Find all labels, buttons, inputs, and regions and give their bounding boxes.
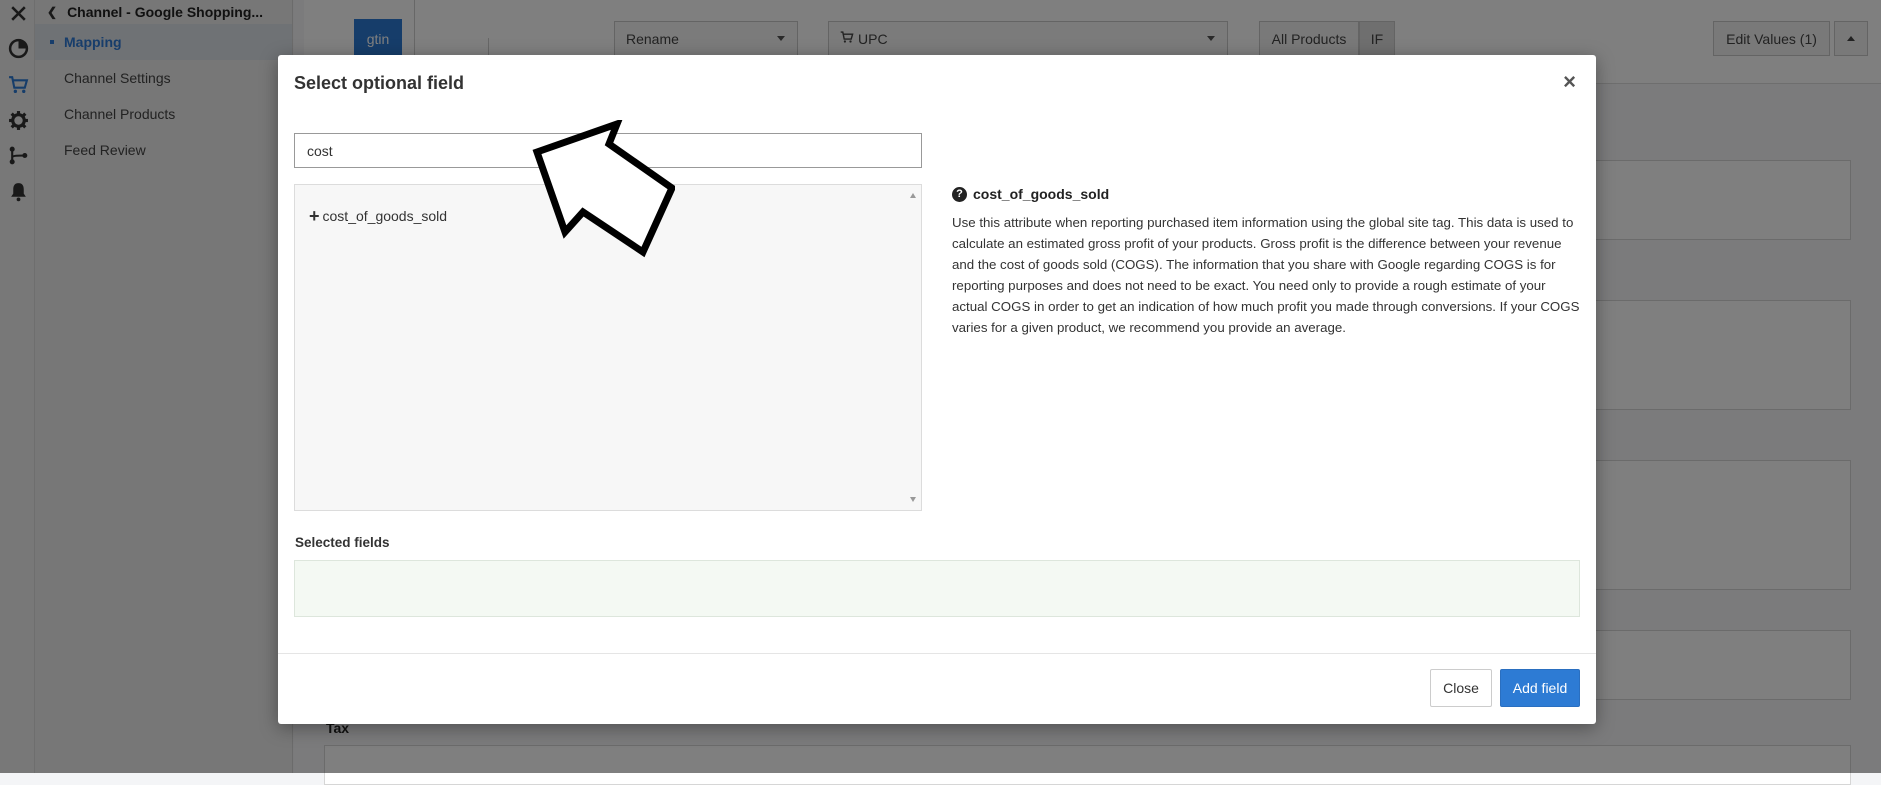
scrollbar[interactable] xyxy=(905,185,921,510)
modal-title: Select optional field xyxy=(294,73,465,93)
field-info-description: Use this attribute when reporting purcha… xyxy=(952,215,1580,335)
arrow-pointer-icon xyxy=(532,120,675,258)
close-icon[interactable]: × xyxy=(1563,71,1576,93)
field-info-header: ? cost_of_goods_sold xyxy=(952,186,1582,202)
field-info-panel: ? cost_of_goods_sold Use this attribute … xyxy=(952,184,1582,338)
list-item-label: cost_of_goods_sold xyxy=(322,208,448,224)
select-optional-field-modal: Select optional field × + cost_of_goods_… xyxy=(278,55,1596,724)
question-icon: ? xyxy=(952,186,967,202)
plus-icon: + xyxy=(309,206,320,226)
list-item[interactable]: + cost_of_goods_sold xyxy=(309,207,447,225)
modal-footer-divider xyxy=(278,653,1596,654)
scroll-down-icon[interactable] xyxy=(910,497,916,502)
selected-fields-box[interactable] xyxy=(294,560,1580,617)
field-info-name: cost_of_goods_sold xyxy=(973,186,1110,202)
add-field-button[interactable]: Add field xyxy=(1500,669,1580,707)
scroll-up-icon[interactable] xyxy=(910,193,916,198)
selected-fields-label: Selected fields xyxy=(295,535,390,550)
close-button[interactable]: Close xyxy=(1430,669,1492,707)
